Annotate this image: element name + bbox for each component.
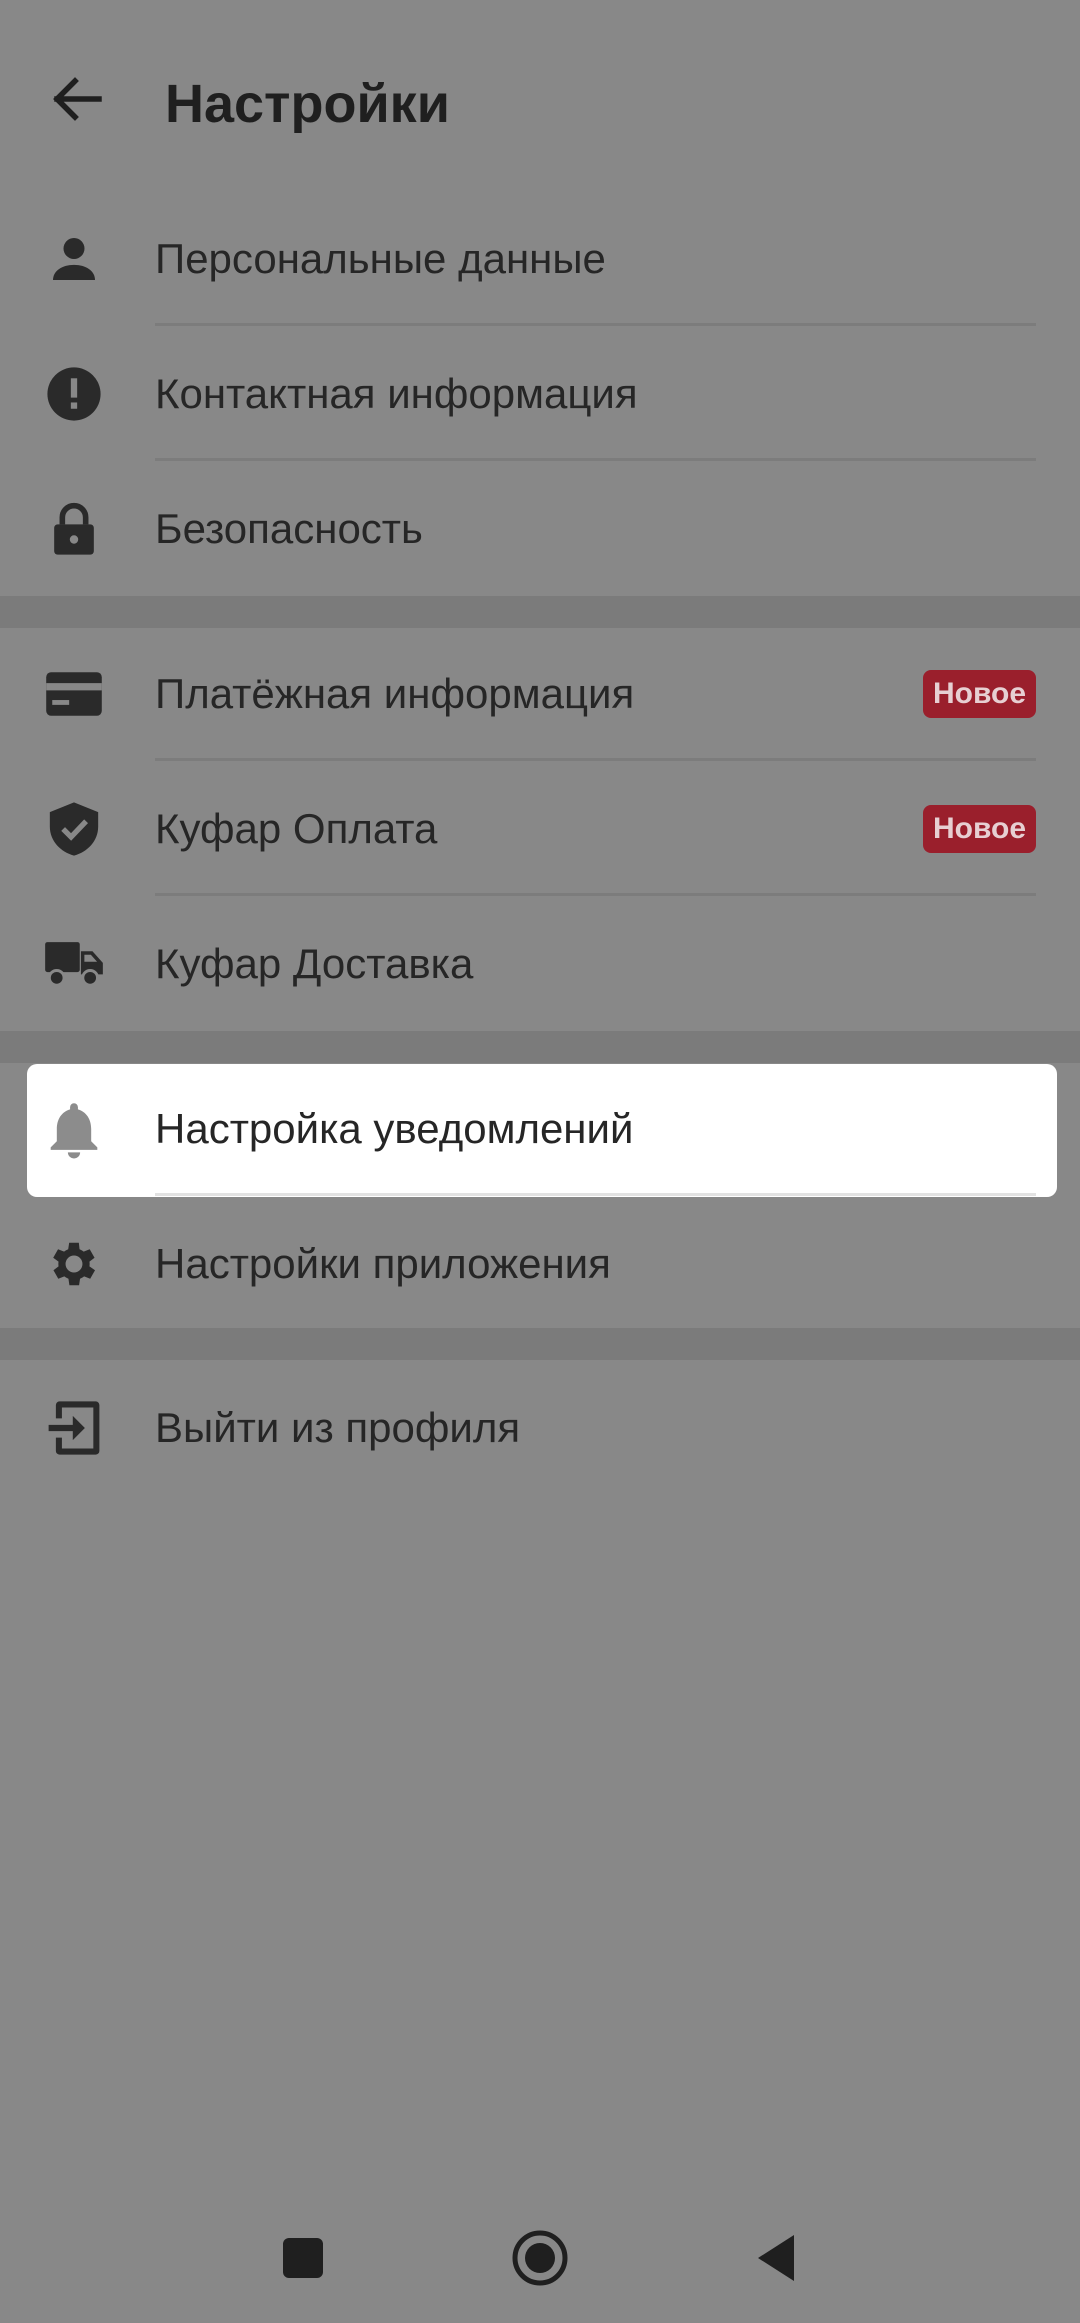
- logout-icon: [44, 1398, 104, 1458]
- page-title: Настройки: [165, 74, 450, 134]
- settings-item-security[interactable]: Безопасность: [0, 461, 1080, 596]
- settings-item-label: Платёжная информация: [155, 669, 635, 717]
- circle-icon: [512, 2230, 568, 2286]
- settings-group-account: Персональные данные Контактная информаци…: [0, 191, 1080, 596]
- credit-card-icon: [44, 664, 104, 724]
- settings-item-label: Настройки приложения: [155, 1239, 611, 1287]
- truck-icon: [44, 934, 104, 994]
- settings-item-label: Куфар Оплата: [155, 804, 438, 852]
- group-separator: [0, 1031, 1080, 1063]
- home-button[interactable]: [495, 2213, 585, 2303]
- system-back-button[interactable]: [732, 2213, 822, 2303]
- settings-item-label: Куфар Доставка: [155, 939, 474, 987]
- app-bar: Настройки: [0, 0, 1080, 210]
- exclamation-circle-icon: [44, 364, 104, 424]
- gear-icon: [44, 1234, 104, 1294]
- settings-item-notification-settings[interactable]: Настройка уведомлений: [0, 1061, 1080, 1196]
- group-separator: [0, 596, 1080, 628]
- settings-group-session: Выйти из профиля: [0, 1360, 1080, 1495]
- triangle-back-icon: [758, 2235, 794, 2281]
- back-button[interactable]: [40, 62, 114, 136]
- settings-item-label: Выйти из профиля: [155, 1403, 521, 1451]
- lock-icon: [44, 499, 104, 559]
- person-icon: [44, 229, 104, 289]
- settings-item-personal-data[interactable]: Персональные данные: [0, 191, 1080, 326]
- settings-item-label: Персональные данные: [155, 234, 606, 282]
- new-badge: Новое: [922, 805, 1036, 853]
- settings-group-payment: Платёжная информация Новое Куфар Оплата …: [0, 626, 1080, 1031]
- settings-item-label: Контактная информация: [155, 369, 638, 417]
- recents-button[interactable]: [258, 2213, 348, 2303]
- shield-check-icon: [44, 799, 104, 859]
- arrow-left-icon: [53, 77, 102, 121]
- settings-item-kufar-delivery[interactable]: Куфар Доставка: [0, 896, 1080, 1031]
- settings-item-logout[interactable]: Выйти из профиля: [0, 1360, 1080, 1495]
- system-navigation-bar: [0, 2193, 1080, 2323]
- settings-item-contact-info[interactable]: Контактная информация: [0, 326, 1080, 461]
- settings-item-app-settings[interactable]: Настройки приложения: [0, 1196, 1080, 1331]
- settings-item-kufar-payment[interactable]: Куфар Оплата Новое: [0, 761, 1080, 896]
- settings-group-preferences: Настройка уведомлений Настройки приложен…: [0, 1061, 1080, 1331]
- square-icon: [283, 2238, 323, 2278]
- group-separator: [0, 1328, 1080, 1360]
- new-badge: Новое: [922, 670, 1036, 718]
- bell-icon: [44, 1099, 104, 1159]
- settings-item-payment-info[interactable]: Платёжная информация Новое: [0, 626, 1080, 761]
- settings-item-label: Безопасность: [155, 504, 423, 552]
- settings-item-label: Настройка уведомлений: [155, 1104, 634, 1152]
